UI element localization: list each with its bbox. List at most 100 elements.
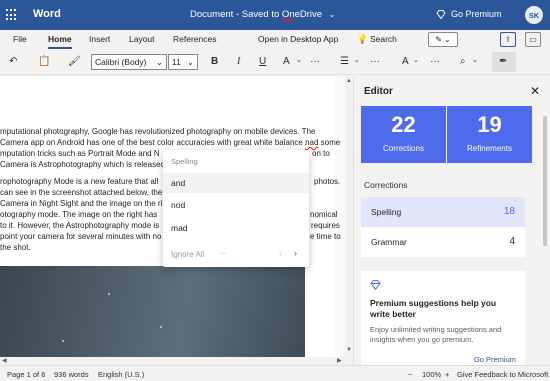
status-bar: Page 1 of 6 936 words English (U.S.) − 1… (0, 365, 550, 381)
font-name-select[interactable]: Calibri (Body) ⌄ (91, 54, 167, 70)
editor-icon: ✒ (499, 56, 508, 67)
scroll-thumb[interactable] (543, 116, 547, 246)
pencil-icon: ✎ (435, 35, 442, 44)
tab-insert[interactable]: Insert (89, 34, 110, 44)
suggestion-item[interactable]: nod (163, 195, 309, 215)
more-options-button[interactable]: ··· (430, 56, 440, 67)
lightbulb-icon: 💡 (357, 34, 368, 44)
corrections-count: 22 (391, 112, 416, 137)
word-count: 936 words (54, 370, 89, 379)
title-separator: - (235, 9, 240, 20)
language[interactable]: English (U.S.) (98, 370, 144, 379)
tab-home[interactable]: Home (48, 34, 72, 49)
ribbon-toolbar: ↶ 📋 🖌 Calibri (Body) ⌄ 11 ⌄ B I U A ⌄ ··… (0, 50, 550, 75)
corrections-label: Corrections (383, 144, 424, 153)
font-name-value: Calibri (Body) (95, 57, 147, 67)
doc-line-end: e time to (310, 232, 341, 241)
astrophotography-image[interactable] (0, 266, 305, 357)
go-premium-label: Go Premium (451, 9, 502, 19)
tab-references[interactable]: References (173, 34, 216, 44)
scroll-up-icon[interactable]: ▲ (346, 78, 352, 84)
corrections-score[interactable]: 22 Corrections (361, 106, 446, 163)
section-label: Corrections (364, 180, 408, 190)
format-painter-icon[interactable]: 🖌 (68, 56, 81, 67)
spelling-suggestion-popup: Spelling and nod mad Ignore All ··· ‹ › (163, 150, 309, 267)
diamond-icon (370, 280, 381, 293)
close-icon[interactable]: ✕ (530, 84, 540, 98)
horizontal-scrollbar[interactable]: ◀ ▶ (0, 357, 353, 365)
go-premium-link[interactable]: Go Premium (474, 355, 516, 364)
styles-button[interactable]: A (402, 56, 409, 67)
document-scrollbar[interactable]: ▲ ▼ (345, 76, 353, 357)
chevron-down-icon[interactable]: ⌄ (472, 56, 478, 64)
suggestion-item[interactable]: and (163, 173, 309, 193)
avatar[interactable]: SK (525, 6, 543, 24)
diamond-icon (436, 9, 446, 19)
search-button[interactable]: 💡 Search (357, 34, 397, 45)
open-in-desktop-app-button[interactable]: Open in Desktop App (258, 34, 338, 44)
chevron-down-icon: ⌄ (155, 56, 163, 67)
category-label: Grammar (371, 237, 407, 247)
chevron-down-icon: ⌄ (444, 35, 451, 44)
feedback-link[interactable]: Give Feedback to Microsoft (457, 370, 548, 379)
search-label: Search (369, 34, 397, 44)
underline-button[interactable]: U (259, 56, 266, 67)
premium-heading: Premium suggestions help you write bette… (370, 298, 497, 319)
share-button[interactable]: ⇪ (500, 32, 516, 47)
font-color-button[interactable]: A (283, 56, 290, 67)
zoom-level[interactable]: 100% (422, 370, 441, 379)
category-count: 4 (509, 236, 515, 247)
chevron-down-icon[interactable]: ⌄ (296, 56, 302, 64)
category-spelling[interactable]: Spelling 18 (361, 197, 525, 227)
more-options-button[interactable]: ··· (370, 56, 380, 67)
document-title[interactable]: Document - Saved to OneDrive ⌄ (190, 9, 335, 20)
category-label: Spelling (371, 207, 402, 217)
doc-line-end: on to (312, 149, 330, 158)
undo-icon[interactable]: ↶ (9, 56, 17, 67)
editor-title: Editor (364, 86, 393, 97)
previous-icon[interactable]: ‹ (279, 248, 282, 258)
next-icon[interactable]: › (294, 248, 297, 258)
editor-scrollbar[interactable] (542, 106, 548, 365)
refinements-count: 19 (477, 112, 502, 137)
document-name: Document (190, 9, 234, 20)
more-options-button[interactable]: ··· (219, 249, 227, 258)
zoom-in-button[interactable]: + (445, 370, 449, 379)
more-options-button[interactable]: ··· (310, 56, 320, 67)
ignore-all-button[interactable]: Ignore All (171, 250, 204, 259)
refinements-score[interactable]: 19 Refinements (447, 106, 532, 163)
go-premium-button[interactable]: Go Premium (436, 9, 502, 19)
comments-button[interactable]: ▭ (525, 32, 541, 47)
suggestion-item[interactable]: mad (163, 218, 309, 238)
app-name[interactable]: Word (33, 8, 61, 20)
zoom-out-button[interactable]: − (408, 370, 412, 379)
spelling-heading: Spelling (171, 157, 198, 166)
app-launcher-icon[interactable] (6, 9, 18, 21)
clipboard-icon[interactable]: 📋 (38, 56, 50, 67)
scroll-right-icon[interactable]: ▶ (337, 357, 342, 364)
chevron-down-icon: ⌄ (328, 10, 336, 19)
refinements-label: Refinements (467, 144, 512, 153)
tab-layout[interactable]: Layout (129, 34, 155, 44)
scroll-down-icon[interactable]: ▼ (346, 347, 352, 353)
ribbon-tabs: File Home Insert Layout References Open … (0, 30, 550, 50)
chevron-down-icon[interactable]: ⌄ (413, 56, 419, 64)
italic-button[interactable]: I (237, 56, 240, 67)
editor-button[interactable]: ✒ (492, 52, 516, 72)
misspelled-word[interactable]: nad (305, 138, 318, 147)
editing-mode-button[interactable]: ✎ ⌄ (428, 32, 458, 47)
category-grammar[interactable]: Grammar 4 (361, 227, 525, 257)
bullets-icon[interactable]: ☰ (340, 56, 349, 67)
scroll-left-icon[interactable]: ◀ (2, 357, 7, 364)
font-size-select[interactable]: 11 ⌄ (168, 54, 198, 70)
tab-file[interactable]: File (13, 34, 27, 44)
page-count: Page 1 of 6 (7, 370, 46, 379)
chevron-down-icon[interactable]: ⌄ (354, 56, 360, 64)
font-size-value: 11 (172, 57, 181, 67)
find-icon[interactable]: ⌕ (460, 56, 466, 67)
doc-line: Camera app on Android has one of the bes… (0, 138, 341, 147)
save-status: Saved to OneDrive (241, 9, 323, 20)
font-color-indicator (283, 19, 293, 21)
bold-button[interactable]: B (211, 56, 218, 67)
category-count: 18 (503, 206, 515, 217)
